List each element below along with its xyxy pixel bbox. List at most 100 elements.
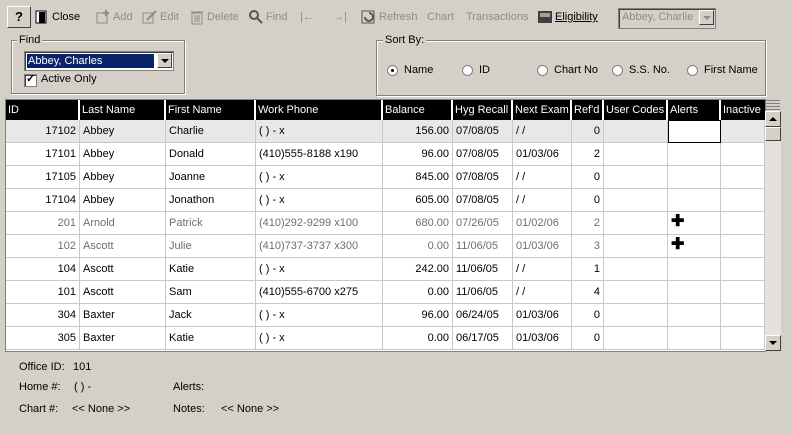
cell-user-codes[interactable]	[604, 281, 668, 304]
cell-first-name[interactable]: Donald	[166, 143, 256, 166]
help-button[interactable]: ?	[7, 6, 31, 28]
cell-id[interactable]: 102	[6, 235, 80, 258]
cell-first-name[interactable]: Jack	[166, 304, 256, 327]
cell-refd[interactable]: 2	[572, 212, 604, 235]
table-row[interactable]: 17104 Abbey Jonathon( ) - x 605.00 07/08/05 …	[6, 189, 765, 212]
cell-last-name[interactable]: Abbey	[80, 166, 166, 189]
cell-user-codes[interactable]	[604, 166, 668, 189]
cell-hyg-recall[interactable]: 07/08/05	[453, 189, 513, 212]
cell-alerts[interactable]	[668, 281, 721, 304]
cell-first-name[interactable]: Patrick	[166, 212, 256, 235]
cell-hyg-recall[interactable]: 11/06/05	[453, 258, 513, 281]
column-header-user-codes[interactable]: User Codes	[604, 100, 666, 120]
cell-hyg-recall[interactable]: 11/06/05	[453, 281, 513, 304]
alert-plus-icon[interactable]: ✚	[671, 212, 684, 232]
scroll-down-arrow-icon[interactable]	[765, 335, 781, 351]
cell-next-exam[interactable]: 01/02/06	[513, 212, 572, 235]
cell-user-codes[interactable]	[604, 143, 668, 166]
cell-alerts[interactable]: ✚	[668, 212, 721, 235]
cell-hyg-recall[interactable]: 07/08/05	[453, 120, 513, 143]
cell-next-exam[interactable]: 01/03/06	[513, 327, 572, 350]
cell-id[interactable]: 17104	[6, 189, 80, 212]
cell-work-phone[interactable]: (410)555-8188 x190	[256, 143, 383, 166]
vertical-scrollbar[interactable]	[765, 111, 781, 351]
sort-radio-chart-no[interactable]: Chart No	[537, 64, 598, 76]
table-row[interactable]: 305 Baxter Katie( ) - x 0.00 06/17/05 01/03/0…	[6, 327, 765, 350]
cell-alerts[interactable]	[668, 327, 721, 350]
cell-balance[interactable]: 680.00	[383, 212, 453, 235]
edit-button[interactable]: Edit	[142, 8, 179, 26]
cell-refd[interactable]: 1	[572, 258, 604, 281]
column-header-last-name[interactable]: Last Name	[80, 100, 164, 120]
cell-user-codes[interactable]	[604, 189, 668, 212]
cell-id[interactable]: 101	[6, 281, 80, 304]
cell-last-name[interactable]: Arnold	[80, 212, 166, 235]
cell-last-name[interactable]: Baxter	[80, 304, 166, 327]
cell-balance[interactable]: 96.00	[383, 143, 453, 166]
cell-inactive[interactable]	[721, 304, 765, 327]
close-button[interactable]: Close	[34, 8, 80, 26]
table-row[interactable]: 17102 Abbey Charlie( ) - x 156.00 07/08/05 /…	[6, 120, 765, 143]
previous-button[interactable]: |←	[300, 8, 314, 26]
cell-next-exam[interactable]: / /	[513, 166, 572, 189]
cell-inactive[interactable]	[721, 212, 765, 235]
cell-alerts[interactable]: ✚	[668, 235, 721, 258]
cell-work-phone[interactable]: ( ) - x	[256, 120, 383, 143]
cell-id[interactable]: 17101	[6, 143, 80, 166]
cell-balance[interactable]: 0.00	[383, 235, 453, 258]
cell-hyg-recall[interactable]: 06/24/05	[453, 304, 513, 327]
cell-user-codes[interactable]	[604, 235, 668, 258]
patient-grid[interactable]: ID Last Name First Name Work Phone Balan…	[5, 99, 766, 352]
cell-work-phone[interactable]: (410)737-3737 x300	[256, 235, 383, 258]
cell-alerts[interactable]	[668, 120, 721, 143]
cell-inactive[interactable]	[721, 166, 765, 189]
cell-work-phone[interactable]: ( ) - x	[256, 258, 383, 281]
cell-last-name[interactable]: Abbey	[80, 120, 166, 143]
cell-work-phone[interactable]: (410)555-6700 x275	[256, 281, 383, 304]
cell-hyg-recall[interactable]: 07/26/05	[453, 212, 513, 235]
cell-balance[interactable]: 0.00	[383, 327, 453, 350]
chart-button[interactable]: Chart	[427, 8, 454, 26]
cell-id[interactable]: 104	[6, 258, 80, 281]
column-header-next-exam[interactable]: Next Exam	[513, 100, 570, 120]
scroll-thumb[interactable]	[765, 127, 781, 141]
next-button[interactable]: →|	[333, 8, 347, 26]
cell-id[interactable]: 17105	[6, 166, 80, 189]
sort-radio-name[interactable]: Name	[387, 64, 433, 76]
cell-refd[interactable]: 0	[572, 189, 604, 212]
cell-hyg-recall[interactable]: 06/17/05	[453, 327, 513, 350]
table-row[interactable]: 17105 Abbey Joanne( ) - x 845.00 07/08/05 / …	[6, 166, 765, 189]
cell-inactive[interactable]	[721, 327, 765, 350]
cell-balance[interactable]: 0.00	[383, 281, 453, 304]
cell-inactive[interactable]	[721, 235, 765, 258]
cell-id[interactable]: 305	[6, 327, 80, 350]
cell-inactive[interactable]	[721, 143, 765, 166]
cell-inactive[interactable]	[721, 120, 765, 143]
cell-last-name[interactable]: Ascott	[80, 258, 166, 281]
cell-id[interactable]: 17102	[6, 120, 80, 143]
table-row[interactable]: 304 Baxter Jack( ) - x 96.00 06/24/05 01/03/0…	[6, 304, 765, 327]
cell-refd[interactable]: 3	[572, 235, 604, 258]
cell-balance[interactable]: 156.00	[383, 120, 453, 143]
cell-first-name[interactable]: Sam	[166, 281, 256, 304]
cell-last-name[interactable]: Abbey	[80, 143, 166, 166]
cell-hyg-recall[interactable]: 07/08/05	[453, 143, 513, 166]
radio-dot[interactable]	[537, 64, 548, 76]
sort-radio-ssn[interactable]: S.S. No.	[612, 64, 670, 76]
cell-user-codes[interactable]	[604, 304, 668, 327]
column-header-id[interactable]: ID	[6, 100, 78, 120]
column-header-hyg-recall[interactable]: Hyg Recall	[453, 100, 511, 120]
cell-balance[interactable]: 96.00	[383, 304, 453, 327]
table-row[interactable]: 17101 Abbey Donald (410)555-8188 x190 96.00 0…	[6, 143, 765, 166]
column-header-work-phone[interactable]: Work Phone	[256, 100, 381, 120]
radio-dot[interactable]	[687, 64, 698, 76]
chevron-down-icon[interactable]	[699, 10, 714, 25]
cell-user-codes[interactable]	[604, 120, 668, 143]
cell-hyg-recall[interactable]: 11/06/05	[453, 235, 513, 258]
cell-inactive[interactable]	[721, 189, 765, 212]
eligibility-button[interactable]: Eligibility	[537, 8, 598, 26]
scroll-up-arrow-icon[interactable]	[765, 111, 781, 127]
sort-radio-id[interactable]: ID	[462, 64, 490, 76]
column-header-refd[interactable]: Ref'd	[572, 100, 602, 120]
cell-refd[interactable]: 0	[572, 304, 604, 327]
